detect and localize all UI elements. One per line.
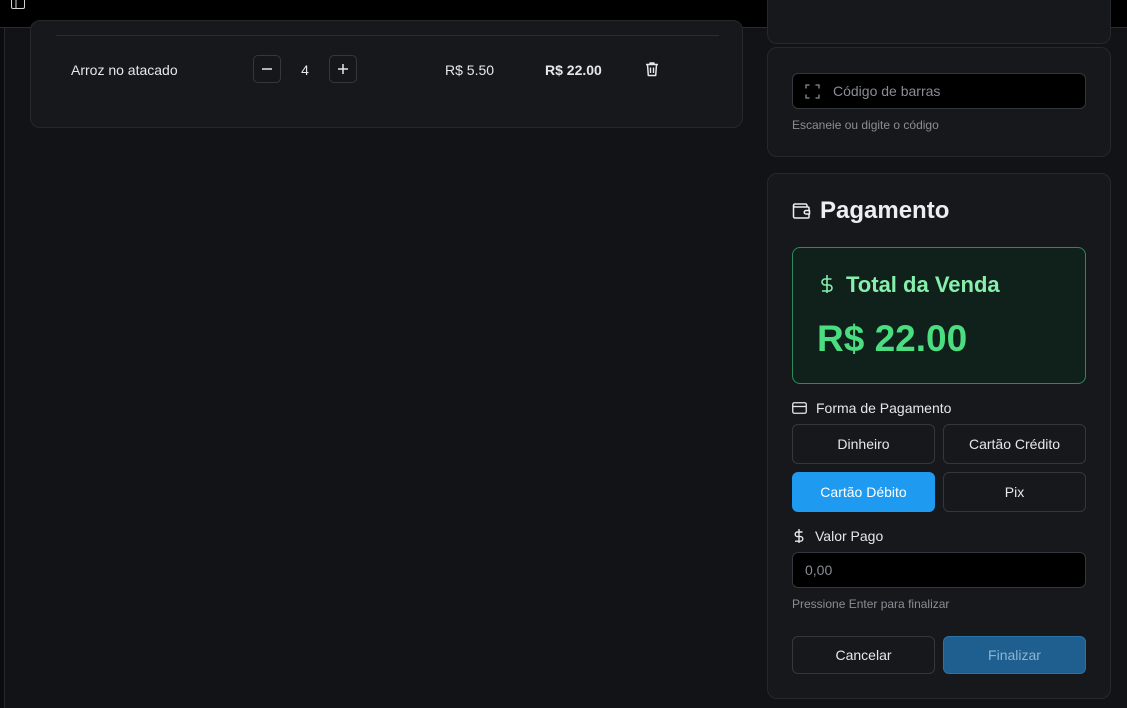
method-credit-card-button[interactable]: Cartão Crédito bbox=[943, 424, 1086, 464]
payment-method-label: Forma de Pagamento bbox=[792, 400, 951, 416]
unit-price: R$ 5.50 bbox=[445, 62, 495, 78]
barcode-input[interactable] bbox=[833, 74, 1081, 108]
payment-title: Pagamento bbox=[820, 197, 950, 224]
item-name: Arroz no atacado bbox=[71, 62, 178, 78]
method-cash-button[interactable]: Dinheiro bbox=[792, 424, 935, 464]
quantity-value: 4 bbox=[301, 62, 309, 78]
finalize-button[interactable]: Finalizar bbox=[943, 636, 1086, 674]
barcode-hint: Escaneie ou digite o código bbox=[792, 118, 939, 132]
increase-quantity-button[interactable] bbox=[329, 55, 357, 83]
credit-card-icon bbox=[792, 402, 807, 414]
amount-paid-hint: Pressione Enter para finalizar bbox=[792, 597, 950, 611]
dollar-icon bbox=[794, 529, 804, 543]
right-top-card bbox=[767, 0, 1111, 44]
dollar-icon bbox=[821, 275, 833, 293]
wallet-icon bbox=[792, 203, 811, 219]
method-pix-button[interactable]: Pix bbox=[943, 472, 1086, 512]
decrease-quantity-button[interactable] bbox=[253, 55, 281, 83]
sale-total-label: Total da Venda bbox=[846, 272, 1000, 297]
scan-icon bbox=[805, 84, 820, 99]
payment-method-label-text: Forma de Pagamento bbox=[816, 400, 952, 416]
cart-card: Arroz no atacado 4 R$ 5.50 R$ 22.00 bbox=[30, 20, 743, 128]
barcode-card: Escaneie ou digite o código bbox=[767, 47, 1111, 157]
amount-paid-label: Valor Pago bbox=[792, 528, 883, 544]
method-debit-card-button[interactable]: Cartão Débito bbox=[792, 472, 935, 512]
cancel-button[interactable]: Cancelar bbox=[792, 636, 935, 674]
sale-total-box: Total da Venda R$ 22.00 bbox=[792, 247, 1086, 384]
barcode-field bbox=[792, 73, 1086, 109]
amount-paid-label-text: Valor Pago bbox=[815, 528, 884, 544]
sale-total-value: R$ 22.00 bbox=[817, 318, 968, 359]
line-total: R$ 22.00 bbox=[545, 62, 602, 78]
sidebar-toggle-icon[interactable] bbox=[11, 0, 25, 9]
minus-icon bbox=[262, 68, 272, 70]
plus-icon bbox=[338, 64, 348, 74]
cart-divider bbox=[56, 35, 719, 36]
trash-icon[interactable] bbox=[643, 60, 661, 78]
payment-card: Pagamento Total da Venda R$ 22.00 Forma … bbox=[767, 173, 1111, 699]
amount-paid-input[interactable] bbox=[792, 552, 1086, 588]
left-rail bbox=[0, 28, 5, 708]
